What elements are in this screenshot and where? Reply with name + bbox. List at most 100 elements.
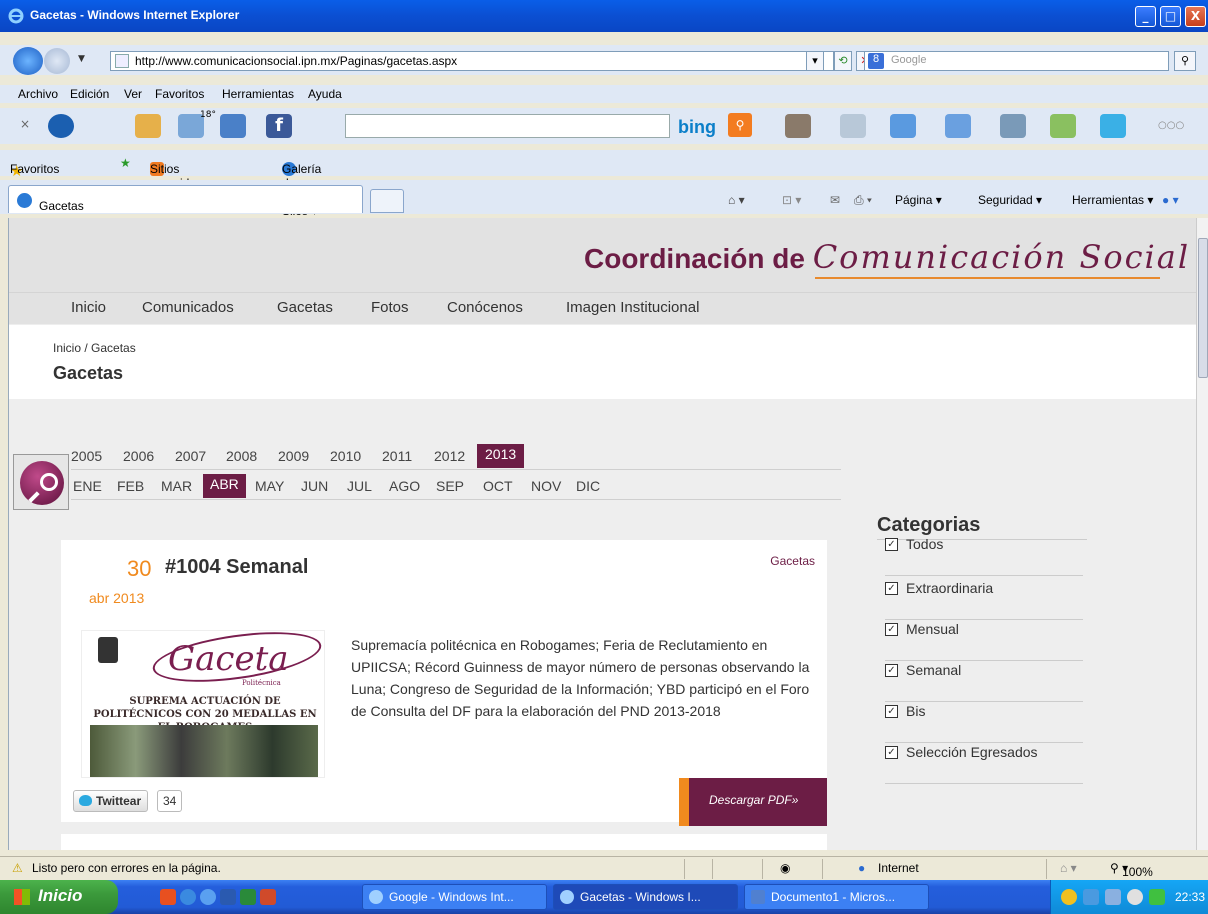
tab-gacetas[interactable]: Gacetas [8, 185, 363, 213]
checkbox-icon[interactable]: ✓ [885, 582, 898, 595]
bing-search-icon[interactable]: ⚲ [728, 113, 752, 137]
magnifier-button[interactable] [13, 454, 69, 510]
update-icon[interactable] [1149, 889, 1165, 905]
breadcrumb[interactable]: Inicio / Gacetas [53, 341, 136, 355]
security-menu[interactable]: Seguridad ▾ [978, 193, 1042, 207]
month-nov[interactable]: NOV [531, 478, 561, 494]
month-may[interactable]: MAY [255, 478, 284, 494]
menu-archivo[interactable]: Archivo [18, 87, 58, 101]
category-extraordinaria[interactable]: ✓ Extraordinaria [885, 580, 1083, 620]
scrollbar-thumb[interactable] [1198, 238, 1208, 378]
shopping-icon[interactable] [135, 114, 161, 138]
tools-menu[interactable]: Herramientas ▾ [1072, 193, 1153, 207]
warning-icon[interactable]: ⚠ [12, 861, 23, 875]
chrome-tray-icon[interactable] [1127, 889, 1143, 905]
month-feb[interactable]: FEB [117, 478, 144, 494]
start-button[interactable]: Inicio [0, 880, 118, 914]
task-gacetas[interactable]: Gacetas - Windows I... [553, 884, 738, 910]
refresh-icon[interactable]: ⟲ [834, 51, 852, 71]
year-2005[interactable]: 2005 [71, 448, 102, 464]
excel-quick-icon[interactable] [240, 889, 256, 905]
word-quick-icon[interactable] [220, 889, 236, 905]
games-icon[interactable] [220, 114, 246, 138]
page-menu[interactable]: Página ▾ [895, 193, 942, 207]
article-title[interactable]: #1004 Semanal [165, 556, 308, 579]
year-2007[interactable]: 2007 [175, 448, 206, 464]
ie-quick-icon-2[interactable] [200, 889, 216, 905]
year-2010[interactable]: 2010 [330, 448, 361, 464]
nav-gacetas[interactable]: Gacetas [277, 299, 333, 316]
month-jun[interactable]: JUN [301, 478, 328, 494]
nav-inicio[interactable]: Inicio [71, 299, 106, 316]
menu-favoritos[interactable]: Favoritos [155, 87, 204, 101]
category-seleccion-egresados[interactable]: ✓ Selección Egresados [885, 744, 1083, 784]
year-2008[interactable]: 2008 [226, 448, 257, 464]
gift-icon[interactable] [1050, 114, 1076, 138]
facebook-icon[interactable]: f [266, 114, 292, 138]
category-todos[interactable]: ✓ Todos [885, 536, 1083, 576]
month-sep[interactable]: SEP [436, 478, 464, 494]
nav-conocenos[interactable]: Conócenos [447, 299, 523, 316]
help-icon[interactable]: ● ▾ [1162, 193, 1179, 207]
minimize-button[interactable]: _ [1135, 6, 1156, 27]
menu-herramientas[interactable]: Herramientas [222, 87, 294, 101]
close-button[interactable]: X [1185, 6, 1206, 27]
back-button[interactable] [13, 47, 43, 75]
add-favorite-icon[interactable]: ★ [120, 156, 131, 170]
month-mar[interactable]: MAR [161, 478, 192, 494]
feeds-icon[interactable]: ⊡ ▾ [782, 193, 801, 207]
shield-icon[interactable] [1061, 889, 1077, 905]
print-icon[interactable]: ⎙ ▾ [854, 193, 872, 208]
checkbox-icon[interactable]: ✓ [885, 664, 898, 677]
powerpoint-quick-icon[interactable] [260, 889, 276, 905]
year-2012[interactable]: 2012 [434, 448, 465, 464]
protected-mode-icon[interactable]: ⌂ ▾ [1060, 861, 1077, 875]
article-category[interactable]: Gacetas [770, 554, 815, 568]
toolbar-search-input[interactable] [345, 114, 670, 138]
menu-ayuda[interactable]: Ayuda [308, 87, 342, 101]
category-mensual[interactable]: ✓ Mensual [885, 621, 1083, 661]
nav-comunicados[interactable]: Comunicados [142, 299, 234, 316]
skype-icon[interactable] [1100, 114, 1126, 138]
history-dropdown-icon[interactable]: ▼ [78, 54, 85, 64]
month-ago[interactable]: AGO [389, 478, 420, 494]
vertical-scrollbar[interactable] [1196, 218, 1208, 850]
month-dic[interactable]: DIC [576, 478, 600, 494]
menu-ver[interactable]: Ver [124, 87, 142, 101]
pen-icon[interactable] [785, 114, 811, 138]
like-icon[interactable] [890, 114, 916, 138]
chat-icon[interactable] [945, 114, 971, 138]
tweet-button[interactable]: Twittear [73, 790, 149, 812]
year-2013[interactable]: 2013 [477, 444, 525, 468]
zoom-level[interactable]: ⚲ 100% ▾ [1110, 861, 1153, 879]
url-input[interactable]: http://www.comunicacionsocial.ipn.mx/Pag… [110, 51, 834, 71]
search-go-icon[interactable]: ⚲ [1174, 51, 1196, 71]
search-input[interactable]: 8 Google [864, 51, 1169, 71]
checkbox-icon[interactable]: ✓ [885, 705, 898, 718]
close-toolbar-icon[interactable]: × [20, 117, 30, 131]
network-icon[interactable] [1083, 889, 1099, 905]
month-jul[interactable]: JUL [347, 478, 372, 494]
checkbox-icon[interactable]: ✓ [885, 746, 898, 759]
month-ene[interactable]: ENE [73, 478, 102, 494]
mail-icon[interactable]: ✉ [830, 193, 840, 207]
more-icon[interactable]: ○○○ [1158, 120, 1184, 131]
gaceta-cover-image[interactable]: Gaceta Politécnica SUPREMA ACTUACIÓN DE … [81, 623, 325, 778]
task-documento[interactable]: Documento1 - Micros... [744, 884, 929, 910]
nav-fotos[interactable]: Fotos [371, 299, 409, 316]
category-bis[interactable]: ✓ Bis [885, 703, 1083, 743]
hp-logo-icon[interactable] [48, 114, 74, 138]
month-abr[interactable]: ABR [203, 474, 246, 498]
watch-icon[interactable] [840, 114, 866, 138]
privacy-icon[interactable]: ◉ [780, 861, 790, 875]
new-tab-button[interactable] [370, 189, 404, 213]
task-google[interactable]: Google - Windows Int... [362, 884, 547, 910]
maximize-button[interactable]: □ [1160, 6, 1181, 27]
volume-icon[interactable] [1105, 889, 1121, 905]
year-2011[interactable]: 2011 [382, 448, 412, 464]
forward-button[interactable] [44, 48, 70, 74]
site-brand[interactable]: Coordinación de Comunicación Social [584, 238, 1190, 276]
download-pdf-button[interactable]: Descargar PDF» [679, 778, 827, 826]
year-2006[interactable]: 2006 [123, 448, 154, 464]
video-icon[interactable] [1000, 114, 1026, 138]
